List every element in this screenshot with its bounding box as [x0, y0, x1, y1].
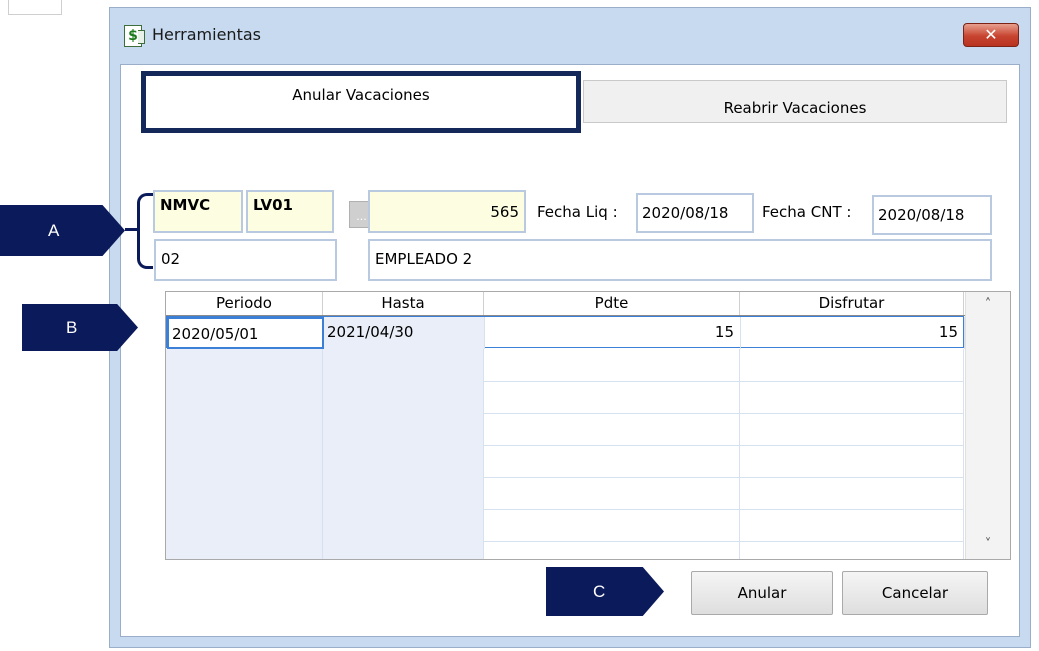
- background-corner-box: [8, 0, 62, 15]
- empty-cell[interactable]: [484, 509, 740, 541]
- empty-cell[interactable]: [166, 445, 323, 477]
- empty-cell[interactable]: [484, 477, 740, 509]
- empty-cell[interactable]: [323, 541, 484, 559]
- callout-c: C: [546, 567, 664, 616]
- cell-pdte[interactable]: 15: [485, 317, 741, 349]
- empty-cell[interactable]: [323, 349, 484, 381]
- empty-cell[interactable]: [323, 477, 484, 509]
- empty-cell[interactable]: [740, 477, 964, 509]
- empty-cell[interactable]: [166, 477, 323, 509]
- table-row-empty[interactable]: [166, 445, 964, 478]
- empty-cell[interactable]: [740, 509, 964, 541]
- empty-cell[interactable]: [740, 413, 964, 445]
- table-row-empty[interactable]: [166, 477, 964, 510]
- fecha-liq-label: Fecha Liq :: [537, 203, 618, 221]
- chevron-down-icon[interactable]: ˅: [980, 537, 996, 552]
- callout-a: A: [0, 205, 125, 256]
- tab-reabrir-vacaciones[interactable]: Reabrir Vacaciones: [583, 80, 1007, 123]
- table-row-empty[interactable]: [166, 381, 964, 414]
- column-header-pdte[interactable]: Pdte: [484, 292, 740, 315]
- tab-anular-vacaciones[interactable]: Anular Vacaciones: [141, 71, 581, 133]
- empty-cell[interactable]: [740, 445, 964, 477]
- empty-cell[interactable]: [323, 381, 484, 413]
- empty-cell[interactable]: [166, 509, 323, 541]
- table-row-empty[interactable]: [166, 509, 964, 542]
- empty-cell[interactable]: [166, 413, 323, 445]
- table-row-empty[interactable]: [166, 413, 964, 446]
- chevron-up-icon[interactable]: ˄: [980, 297, 996, 312]
- cell-periodo[interactable]: 2020/05/01: [167, 317, 324, 349]
- vacation-periods-grid: Periodo Hasta Pdte Disfrutar 2020/05/01 …: [165, 291, 1011, 560]
- fecha-cnt-label: Fecha CNT :: [762, 203, 852, 221]
- app-icon: $: [124, 25, 145, 47]
- anular-button[interactable]: Anular: [691, 571, 833, 615]
- title-bar: $ Herramientas ✕: [110, 8, 1030, 64]
- employee-name-field[interactable]: EMPLEADO 2: [368, 239, 992, 281]
- cancelar-button[interactable]: Cancelar: [842, 571, 988, 615]
- callout-a-label: A: [48, 221, 60, 240]
- table-row-empty[interactable]: [166, 349, 964, 382]
- empty-cell[interactable]: [166, 349, 323, 381]
- dialog-body: Anular Vacaciones Reabrir Vacaciones NMV…: [120, 64, 1020, 637]
- column-header-disfrutar[interactable]: Disfrutar: [740, 292, 964, 315]
- concept-code-field[interactable]: NMVC: [153, 190, 243, 233]
- empty-cell[interactable]: [484, 445, 740, 477]
- callout-a-bracket: [137, 193, 153, 269]
- window-title: Herramientas: [152, 25, 261, 44]
- herramientas-window: $ Herramientas ✕ Anular Vacaciones Reabr…: [109, 7, 1031, 648]
- empty-cell[interactable]: [166, 541, 323, 559]
- empty-cell[interactable]: [740, 541, 964, 559]
- callout-a-bracket-tip: [125, 228, 139, 231]
- empty-cell[interactable]: [323, 413, 484, 445]
- callout-b-label: B: [66, 318, 78, 337]
- cell-hasta[interactable]: 2021/04/30: [324, 317, 485, 349]
- liquidation-number-field[interactable]: 565: [368, 190, 526, 233]
- fecha-liq-field[interactable]: 2020/08/18: [636, 193, 754, 233]
- empty-cell[interactable]: [740, 381, 964, 413]
- empty-cell[interactable]: [484, 413, 740, 445]
- empty-cell[interactable]: [484, 381, 740, 413]
- empty-cell[interactable]: [323, 445, 484, 477]
- empty-cell[interactable]: [740, 349, 964, 381]
- close-button[interactable]: ✕: [963, 23, 1019, 47]
- column-header-periodo[interactable]: Periodo: [166, 292, 323, 315]
- vertical-scrollbar[interactable]: ˄ ˅: [965, 292, 1010, 559]
- empty-cell[interactable]: [166, 381, 323, 413]
- callout-b: B: [22, 304, 138, 351]
- column-header-hasta[interactable]: Hasta: [323, 292, 484, 315]
- empty-cell[interactable]: [484, 541, 740, 559]
- employee-code-field[interactable]: 02: [154, 239, 337, 281]
- grid-header: Periodo Hasta Pdte Disfrutar: [166, 292, 966, 316]
- empty-cell[interactable]: [323, 509, 484, 541]
- cell-disfrutar[interactable]: 15: [741, 317, 965, 349]
- table-row[interactable]: 2020/05/01 2021/04/30 15 15: [166, 316, 965, 349]
- callout-c-label: C: [593, 582, 606, 601]
- empty-cell[interactable]: [484, 349, 740, 381]
- table-row-empty[interactable]: [166, 541, 964, 559]
- fecha-cnt-field[interactable]: 2020/08/18: [872, 195, 992, 235]
- liquidation-code-field[interactable]: LV01: [246, 190, 334, 233]
